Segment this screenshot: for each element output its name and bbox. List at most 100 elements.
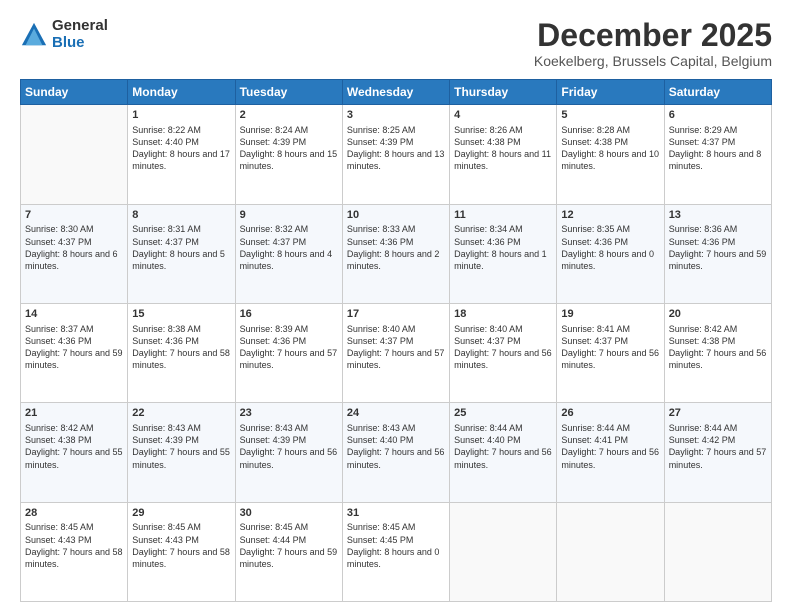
cell-w2-d0: 14Sunrise: 8:37 AMSunset: 4:36 PMDayligh… <box>21 303 128 402</box>
day-number: 11 <box>454 208 552 223</box>
day-number: 27 <box>669 406 767 421</box>
cell-w3-d5: 26Sunrise: 8:44 AMSunset: 4:41 PMDayligh… <box>557 403 664 502</box>
day-number: 15 <box>132 307 230 322</box>
cell-content: Sunrise: 8:43 AMSunset: 4:39 PMDaylight:… <box>132 422 230 471</box>
day-number: 3 <box>347 108 445 123</box>
day-number: 8 <box>132 208 230 223</box>
day-number: 30 <box>240 506 338 521</box>
cell-w2-d3: 17Sunrise: 8:40 AMSunset: 4:37 PMDayligh… <box>342 303 449 402</box>
day-number: 22 <box>132 406 230 421</box>
cell-w1-d1: 8Sunrise: 8:31 AMSunset: 4:37 PMDaylight… <box>128 204 235 303</box>
day-number: 24 <box>347 406 445 421</box>
day-number: 6 <box>669 108 767 123</box>
day-number: 20 <box>669 307 767 322</box>
cell-w2-d4: 18Sunrise: 8:40 AMSunset: 4:37 PMDayligh… <box>450 303 557 402</box>
cell-content: Sunrise: 8:25 AMSunset: 4:39 PMDaylight:… <box>347 124 445 173</box>
cell-w4-d0: 28Sunrise: 8:45 AMSunset: 4:43 PMDayligh… <box>21 502 128 601</box>
calendar-table: Sunday Monday Tuesday Wednesday Thursday… <box>20 79 772 602</box>
day-number: 29 <box>132 506 230 521</box>
cell-w1-d4: 11Sunrise: 8:34 AMSunset: 4:36 PMDayligh… <box>450 204 557 303</box>
cell-content: Sunrise: 8:35 AMSunset: 4:36 PMDaylight:… <box>561 223 659 272</box>
cell-w0-d2: 2Sunrise: 8:24 AMSunset: 4:39 PMDaylight… <box>235 105 342 204</box>
cell-w2-d6: 20Sunrise: 8:42 AMSunset: 4:38 PMDayligh… <box>664 303 771 402</box>
cell-content: Sunrise: 8:36 AMSunset: 4:36 PMDaylight:… <box>669 223 767 272</box>
cell-w0-d1: 1Sunrise: 8:22 AMSunset: 4:40 PMDaylight… <box>128 105 235 204</box>
cell-w3-d0: 21Sunrise: 8:42 AMSunset: 4:38 PMDayligh… <box>21 403 128 502</box>
logo-general-text: General <box>52 18 108 35</box>
subtitle: Koekelberg, Brussels Capital, Belgium <box>534 53 772 69</box>
week-row-2: 14Sunrise: 8:37 AMSunset: 4:36 PMDayligh… <box>21 303 772 402</box>
cell-content: Sunrise: 8:44 AMSunset: 4:40 PMDaylight:… <box>454 422 552 471</box>
cell-w0-d5: 5Sunrise: 8:28 AMSunset: 4:38 PMDaylight… <box>557 105 664 204</box>
title-section: December 2025 Koekelberg, Brussels Capit… <box>534 18 772 69</box>
day-number: 7 <box>25 208 123 223</box>
cell-content: Sunrise: 8:45 AMSunset: 4:43 PMDaylight:… <box>132 521 230 570</box>
cell-content: Sunrise: 8:44 AMSunset: 4:42 PMDaylight:… <box>669 422 767 471</box>
day-number: 10 <box>347 208 445 223</box>
cell-content: Sunrise: 8:37 AMSunset: 4:36 PMDaylight:… <box>25 323 123 372</box>
cell-w0-d0 <box>21 105 128 204</box>
week-row-3: 21Sunrise: 8:42 AMSunset: 4:38 PMDayligh… <box>21 403 772 502</box>
cell-content: Sunrise: 8:44 AMSunset: 4:41 PMDaylight:… <box>561 422 659 471</box>
header-saturday: Saturday <box>664 80 771 105</box>
weekday-header-row: Sunday Monday Tuesday Wednesday Thursday… <box>21 80 772 105</box>
cell-content: Sunrise: 8:29 AMSunset: 4:37 PMDaylight:… <box>669 124 767 173</box>
cell-w4-d2: 30Sunrise: 8:45 AMSunset: 4:44 PMDayligh… <box>235 502 342 601</box>
day-number: 17 <box>347 307 445 322</box>
cell-w4-d1: 29Sunrise: 8:45 AMSunset: 4:43 PMDayligh… <box>128 502 235 601</box>
main-title: December 2025 <box>534 18 772 53</box>
cell-content: Sunrise: 8:31 AMSunset: 4:37 PMDaylight:… <box>132 223 230 272</box>
cell-content: Sunrise: 8:45 AMSunset: 4:43 PMDaylight:… <box>25 521 123 570</box>
cell-w1-d5: 12Sunrise: 8:35 AMSunset: 4:36 PMDayligh… <box>557 204 664 303</box>
cell-w3-d2: 23Sunrise: 8:43 AMSunset: 4:39 PMDayligh… <box>235 403 342 502</box>
week-row-0: 1Sunrise: 8:22 AMSunset: 4:40 PMDaylight… <box>21 105 772 204</box>
header-wednesday: Wednesday <box>342 80 449 105</box>
cell-content: Sunrise: 8:43 AMSunset: 4:40 PMDaylight:… <box>347 422 445 471</box>
week-row-1: 7Sunrise: 8:30 AMSunset: 4:37 PMDaylight… <box>21 204 772 303</box>
cell-w2-d5: 19Sunrise: 8:41 AMSunset: 4:37 PMDayligh… <box>557 303 664 402</box>
cell-w3-d1: 22Sunrise: 8:43 AMSunset: 4:39 PMDayligh… <box>128 403 235 502</box>
day-number: 16 <box>240 307 338 322</box>
day-number: 28 <box>25 506 123 521</box>
cell-content: Sunrise: 8:26 AMSunset: 4:38 PMDaylight:… <box>454 124 552 173</box>
page: General Blue December 2025 Koekelberg, B… <box>0 0 792 612</box>
day-number: 5 <box>561 108 659 123</box>
cell-w1-d3: 10Sunrise: 8:33 AMSunset: 4:36 PMDayligh… <box>342 204 449 303</box>
cell-w0-d6: 6Sunrise: 8:29 AMSunset: 4:37 PMDaylight… <box>664 105 771 204</box>
cell-content: Sunrise: 8:32 AMSunset: 4:37 PMDaylight:… <box>240 223 338 272</box>
logo: General Blue <box>20 18 108 51</box>
day-number: 2 <box>240 108 338 123</box>
cell-content: Sunrise: 8:40 AMSunset: 4:37 PMDaylight:… <box>347 323 445 372</box>
cell-w1-d2: 9Sunrise: 8:32 AMSunset: 4:37 PMDaylight… <box>235 204 342 303</box>
cell-content: Sunrise: 8:43 AMSunset: 4:39 PMDaylight:… <box>240 422 338 471</box>
day-number: 14 <box>25 307 123 322</box>
cell-content: Sunrise: 8:22 AMSunset: 4:40 PMDaylight:… <box>132 124 230 173</box>
cell-content: Sunrise: 8:41 AMSunset: 4:37 PMDaylight:… <box>561 323 659 372</box>
day-number: 23 <box>240 406 338 421</box>
cell-w2-d1: 15Sunrise: 8:38 AMSunset: 4:36 PMDayligh… <box>128 303 235 402</box>
cell-w0-d3: 3Sunrise: 8:25 AMSunset: 4:39 PMDaylight… <box>342 105 449 204</box>
cell-w3-d4: 25Sunrise: 8:44 AMSunset: 4:40 PMDayligh… <box>450 403 557 502</box>
cell-w1-d6: 13Sunrise: 8:36 AMSunset: 4:36 PMDayligh… <box>664 204 771 303</box>
cell-w1-d0: 7Sunrise: 8:30 AMSunset: 4:37 PMDaylight… <box>21 204 128 303</box>
cell-w4-d4 <box>450 502 557 601</box>
cell-content: Sunrise: 8:24 AMSunset: 4:39 PMDaylight:… <box>240 124 338 173</box>
header: General Blue December 2025 Koekelberg, B… <box>20 18 772 69</box>
day-number: 9 <box>240 208 338 223</box>
cell-content: Sunrise: 8:30 AMSunset: 4:37 PMDaylight:… <box>25 223 123 272</box>
day-number: 19 <box>561 307 659 322</box>
cell-w4-d6 <box>664 502 771 601</box>
cell-content: Sunrise: 8:39 AMSunset: 4:36 PMDaylight:… <box>240 323 338 372</box>
day-number: 4 <box>454 108 552 123</box>
cell-content: Sunrise: 8:42 AMSunset: 4:38 PMDaylight:… <box>25 422 123 471</box>
cell-content: Sunrise: 8:40 AMSunset: 4:37 PMDaylight:… <box>454 323 552 372</box>
logo-blue-text: Blue <box>52 35 108 52</box>
day-number: 26 <box>561 406 659 421</box>
cell-content: Sunrise: 8:33 AMSunset: 4:36 PMDaylight:… <box>347 223 445 272</box>
day-number: 25 <box>454 406 552 421</box>
week-row-4: 28Sunrise: 8:45 AMSunset: 4:43 PMDayligh… <box>21 502 772 601</box>
header-sunday: Sunday <box>21 80 128 105</box>
day-number: 1 <box>132 108 230 123</box>
header-tuesday: Tuesday <box>235 80 342 105</box>
cell-w2-d2: 16Sunrise: 8:39 AMSunset: 4:36 PMDayligh… <box>235 303 342 402</box>
